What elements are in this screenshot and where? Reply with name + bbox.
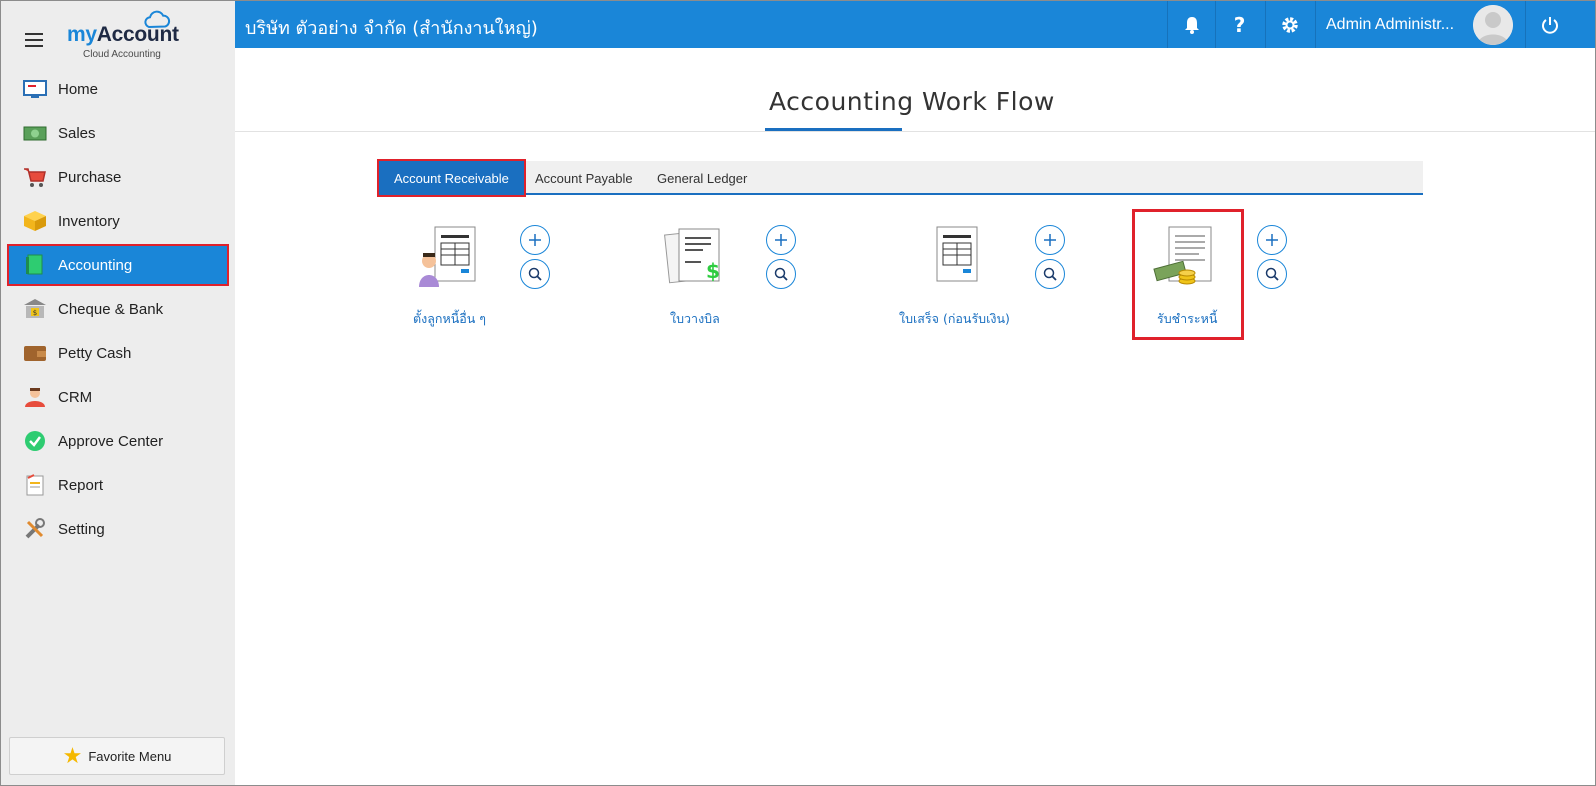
wallet-icon — [23, 341, 47, 365]
sales-icon — [23, 121, 47, 145]
book-icon — [23, 253, 47, 277]
sidebar-item-cheque-bank[interactable]: $ Cheque & Bank — [1, 287, 235, 331]
favorite-menu-button[interactable]: ★ Favorite Menu — [9, 737, 225, 775]
receipt-icon — [936, 226, 978, 282]
brand-logo[interactable]: myAccount — [67, 23, 179, 47]
svg-text:$: $ — [706, 259, 720, 283]
bell-icon — [1184, 16, 1199, 34]
logout-button[interactable] — [1525, 1, 1573, 48]
cart-icon — [23, 165, 47, 189]
plus-icon — [775, 234, 787, 246]
brand-subtitle: Cloud Accounting — [83, 49, 161, 60]
workflow-item-payment-received[interactable]: รับชำระหนี้ — [1151, 223, 1311, 343]
search-icon — [1043, 267, 1057, 281]
sidebar-item-label: Petty Cash — [58, 344, 132, 362]
tab-account-receivable[interactable]: Account Receivable — [377, 159, 526, 197]
tab-account-payable[interactable]: Account Payable — [535, 161, 633, 195]
add-payment-received-button[interactable] — [1257, 225, 1287, 255]
report-icon — [23, 473, 47, 497]
billing-note-icon: $ — [664, 228, 720, 284]
brand: myAccount Cloud Accounting — [1, 1, 235, 67]
sidebar-item-sales[interactable]: Sales — [1, 111, 235, 155]
sidebar-item-label: Sales — [58, 124, 96, 142]
sidebar-item-label: Inventory — [58, 212, 120, 230]
add-receipt-button[interactable] — [1035, 225, 1065, 255]
hamburger-menu-icon[interactable] — [25, 33, 43, 47]
gear-icon — [1281, 16, 1298, 33]
company-name[interactable]: บริษัท ตัวอย่าง จำกัด (สำนักงานใหญ่) — [245, 13, 538, 42]
search-receipt-button[interactable] — [1035, 259, 1065, 289]
search-billing-note-button[interactable] — [766, 259, 796, 289]
search-payment-received-button[interactable] — [1257, 259, 1287, 289]
help-button[interactable]: ? — [1215, 1, 1263, 48]
sidebar-nav: Home Sales Purchase Inventory Accounting — [1, 67, 235, 551]
settings-button[interactable] — [1265, 1, 1313, 48]
add-other-receivable-button[interactable] — [520, 225, 550, 255]
star-icon: ★ — [62, 743, 83, 768]
title-divider — [235, 131, 1595, 132]
workflow-label[interactable]: ตั้งลูกหนี้อื่น ๆ — [413, 309, 486, 329]
favorite-menu-label: Favorite Menu — [88, 748, 172, 764]
bank-icon: $ — [23, 297, 47, 321]
search-icon — [774, 267, 788, 281]
search-icon — [1265, 267, 1279, 281]
sidebar: myAccount Cloud Accounting Home Sales Pu… — [1, 1, 235, 785]
search-other-receivable-button[interactable] — [520, 259, 550, 289]
svg-text:$: $ — [33, 309, 37, 317]
check-icon — [23, 429, 47, 453]
tools-icon — [23, 517, 47, 541]
sidebar-item-report[interactable]: Report — [1, 463, 235, 507]
question-icon: ? — [1233, 12, 1246, 37]
sidebar-item-accounting[interactable]: Accounting — [7, 244, 229, 286]
page-title: Accounting Work Flow — [769, 87, 1055, 116]
home-icon — [23, 77, 47, 101]
sidebar-item-label: Cheque & Bank — [58, 300, 164, 318]
plus-icon — [1044, 234, 1056, 246]
power-icon — [1541, 16, 1558, 34]
box-icon — [23, 209, 47, 233]
sidebar-item-purchase[interactable]: Purchase — [1, 155, 235, 199]
sidebar-item-inventory[interactable]: Inventory — [1, 199, 235, 243]
sidebar-item-crm[interactable]: CRM — [1, 375, 235, 419]
invoice-person-icon — [419, 226, 476, 287]
workflow-label[interactable]: รับชำระหนี้ — [1157, 309, 1217, 329]
sidebar-item-label: Approve Center — [58, 432, 164, 450]
avatar[interactable] — [1473, 5, 1513, 45]
notification-button[interactable] — [1167, 1, 1215, 48]
sidebar-item-label: CRM — [58, 388, 93, 406]
sidebar-item-label: Home — [58, 80, 99, 98]
sidebar-item-label: Accounting — [58, 256, 133, 274]
tab-general-ledger[interactable]: General Ledger — [657, 161, 747, 195]
sidebar-item-approve-center[interactable]: Approve Center — [1, 419, 235, 463]
payment-received-icon — [1153, 226, 1212, 285]
workflow-tabs: Account Receivable Account Payable Gener… — [377, 159, 1423, 197]
user-name[interactable]: Admin Administr... — [1315, 1, 1454, 48]
workflow-label[interactable]: ใบวางบิล — [670, 309, 720, 329]
sidebar-item-setting[interactable]: Setting — [1, 507, 235, 551]
brand-name-part2: Account — [96, 23, 179, 46]
sidebar-item-label: Purchase — [58, 168, 122, 186]
add-billing-note-button[interactable] — [766, 225, 796, 255]
user-avatar-icon — [1473, 5, 1513, 45]
people-icon — [23, 385, 47, 409]
workflow-item-billing-note[interactable]: $ ใบวางบิล — [663, 223, 823, 343]
plus-icon — [1266, 234, 1278, 246]
top-bar: บริษัท ตัวอย่าง จำกัด (สำนักงานใหญ่) ? A… — [235, 1, 1595, 48]
plus-icon — [529, 234, 541, 246]
workflow-label[interactable]: ใบเสร็จ (ก่อนรับเงิน) — [899, 309, 1010, 329]
sidebar-item-home[interactable]: Home — [1, 67, 235, 111]
brand-name-part1: my — [67, 23, 97, 46]
search-icon — [528, 267, 542, 281]
sidebar-item-label: Report — [58, 476, 104, 494]
sidebar-item-petty-cash[interactable]: Petty Cash — [1, 331, 235, 375]
sidebar-item-label: Setting — [58, 520, 105, 538]
